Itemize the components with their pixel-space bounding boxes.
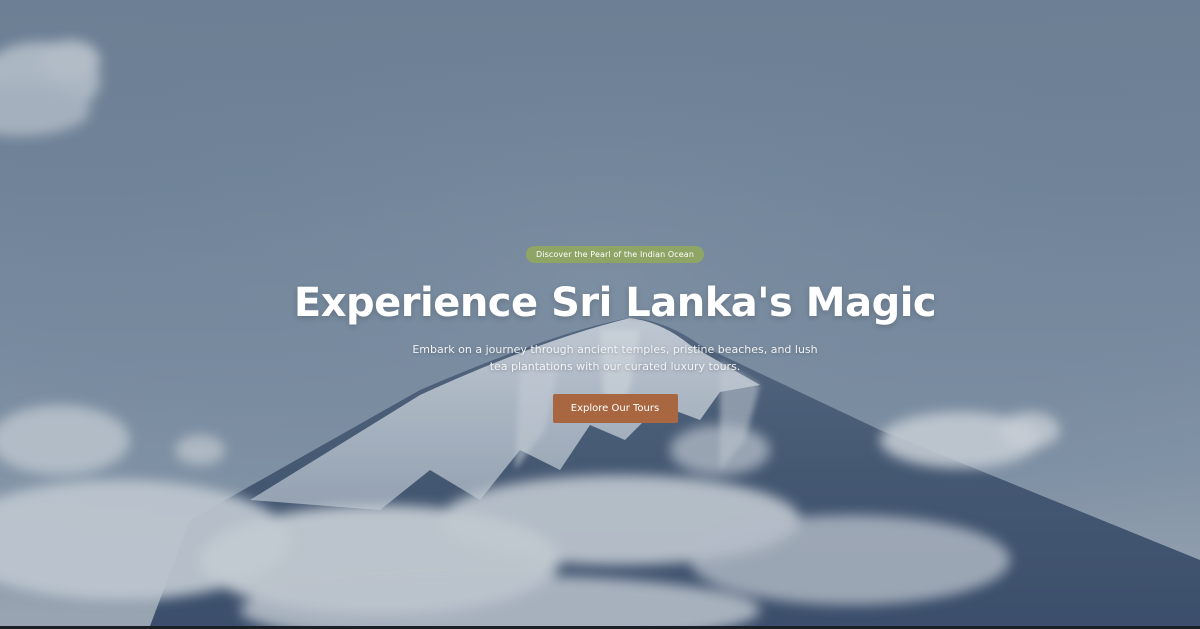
hero-title: Experience Sri Lanka's Magic: [293, 280, 937, 326]
hero-section: Discover the Pearl of the Indian Ocean E…: [0, 0, 1200, 626]
hero-subtitle: Embark on a journey through ancient temp…: [412, 343, 818, 373]
hero-content: Discover the Pearl of the Indian Ocean E…: [15, 246, 1200, 423]
explore-tours-button[interactable]: Explore Our Tours: [552, 394, 678, 423]
hero-badge: Discover the Pearl of the Indian Ocean: [526, 246, 704, 263]
